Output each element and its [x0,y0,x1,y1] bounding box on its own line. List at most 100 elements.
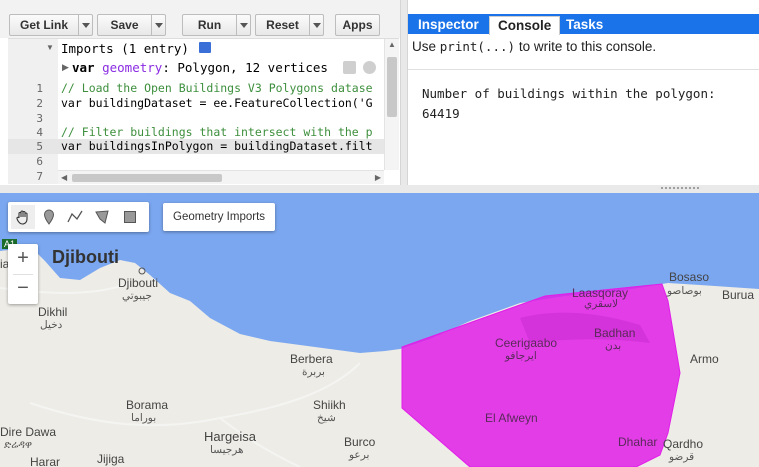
vertical-panel-splitter[interactable] [400,0,408,186]
map-label-dikhil-ar: دخيل [40,319,63,331]
vertical-scroll-thumb[interactable] [387,57,397,117]
map-label-ceerigaabo: Ceerigaabo [495,336,558,350]
scroll-right-icon[interactable]: ▶ [375,173,381,182]
splitter-grip-icon[interactable] [660,186,700,190]
run-label: Run [197,18,222,32]
map-label-dikhil: Dikhil [38,305,68,319]
code-line[interactable]: // Load the Open Buildings V3 Polygons d… [61,81,373,95]
code-line[interactable]: var buildingDataset = ee.FeatureCollecti… [61,96,373,110]
scroll-up-icon[interactable]: ▲ [388,40,396,49]
save-label: Save [110,18,139,32]
map-label-harar: Harar [30,455,61,467]
console-output-line: Number of buildings within the polygon: [422,86,716,101]
map-label-badhan-ar: بدن [605,340,622,352]
rectangle-tool-icon[interactable] [118,205,142,229]
map-label-burco-ar: برعو [349,449,370,461]
map-label-dire-dawa: Dire Dawa [0,425,57,439]
console-output-value: 64419 [422,106,460,121]
apps-label: Apps [342,18,373,32]
map-label-sheikh-ar: شيخ [317,412,336,424]
map-label-berbera: Berbera [290,352,333,366]
geometry-expand-icon[interactable]: ▶ [62,62,69,73]
zoom-out-button[interactable]: − [8,274,38,304]
polygon-tool-icon[interactable] [90,205,114,229]
code-editor[interactable]: ▼ Imports (1 entry) ▶ var geometry: Poly… [8,38,399,184]
script-toolbar: Get Link Save Run Reset Apps [0,0,400,38]
map-label-burua: Burua [722,288,755,302]
point-marker-icon[interactable] [37,205,61,229]
apps-button[interactable]: Apps [335,14,380,36]
get-link-button[interactable]: Get Link [9,14,93,36]
map-label-borama-ar: بوراما [131,412,157,424]
pan-hand-icon[interactable] [11,205,35,229]
imports-list-icon[interactable] [199,42,211,53]
imports-collapse-icon[interactable]: ▼ [46,43,54,52]
map-label-djibouti-city-ar: جيبوتي [122,290,152,302]
scroll-left-icon[interactable]: ◀ [61,173,67,182]
tab-inspector[interactable]: Inspector [410,16,487,34]
map-label-laasqoray-ar: لاسقري [584,298,619,310]
line-number: 5 [36,140,43,153]
map-label-bosaso-ar: بوصاصو [667,285,702,297]
capital-marker-icon [138,267,146,275]
map-label-borama: Borama [126,398,169,412]
map-label-el-afweyn: El Afweyn [485,411,538,425]
console-hint-suffix: to write to this console. [518,39,657,54]
map-label-badhan: Badhan [594,326,636,340]
reset-label: Reset [266,18,299,32]
map-label-hargeisa: Hargeisa [204,429,257,444]
geometry-imports-button[interactable]: Geometry Imports [163,203,276,231]
line-number: 6 [36,155,43,168]
editor-horizontal-scrollbar[interactable]: ◀ ▶ [58,170,384,184]
reset-dropdown-arrow[interactable] [309,15,323,35]
map-label-armo: Armo [690,352,719,366]
map-label-bosaso: Bosaso [669,270,710,284]
map-label-qardho-ar: قرضو [669,451,695,463]
console-hint: Use print(...) to write to this console. [412,39,656,54]
zoom-controls: + − [8,244,38,304]
save-button[interactable]: Save [97,14,166,36]
map-canvas[interactable]: A1 Djibouti Djibouti جيبوتي Dikhil دخيل … [0,193,759,467]
map-label-djibouti-city: Djibouti [118,276,159,290]
console-divider [408,69,759,70]
line-number: 3 [36,112,43,125]
tab-tasks[interactable]: Tasks [558,16,611,34]
map-label-hargeisa-ar: هرجيسا [210,444,244,456]
editor-vertical-scrollbar[interactable]: ▲ [384,39,399,170]
map-label-berbera-ar: بربرة [302,366,325,378]
geometry-settings-icon[interactable] [343,61,356,74]
geometry-import-keyword: var [72,60,95,75]
geometry-import-name: geometry [102,60,163,75]
save-dropdown-arrow[interactable] [151,15,165,35]
map-layer [0,193,759,467]
map-label-ceerigaabo-ar: ايرجافو [505,350,537,362]
console-hint-code: print(...) [439,39,516,54]
horizontal-panel-splitter[interactable] [0,185,759,193]
line-number: 1 [36,82,43,95]
run-button[interactable]: Run [182,14,251,36]
reset-button[interactable]: Reset [255,14,324,36]
imports-header[interactable]: Imports (1 entry) [61,41,189,56]
horizontal-scroll-thumb[interactable] [72,174,222,182]
code-line[interactable]: // Filter buildings that intersect with … [61,125,373,139]
map-label-qardho: Qardho [663,437,704,451]
map-label-dire-dawa-am: ድሬዳዋ [4,439,33,451]
drawing-tools [8,202,149,232]
map-label-jijiga: Jijiga [97,452,125,466]
run-dropdown-arrow[interactable] [236,15,250,35]
zoom-in-button[interactable]: + [8,244,38,274]
map-label-djibouti-country: Djibouti [52,247,119,267]
geometry-import[interactable]: var geometry: Polygon, 12 vertices [72,60,328,75]
map-label-dhahar: Dhahar [618,435,658,449]
panel-tab-bar: Inspector Console Tasks [408,14,759,35]
code-line[interactable]: var buildingsInPolygon = buildingDataset… [61,139,373,153]
get-link-dropdown-arrow[interactable] [78,15,92,35]
line-tool-icon[interactable] [63,205,87,229]
map-label-sheikh: Shiikh [313,398,346,412]
console-hint-prefix: Use [412,39,437,54]
map-label-burco: Burco [344,435,376,449]
line-number: 7 [36,170,43,183]
geometry-layer-toggle-icon[interactable] [363,61,376,74]
tab-console[interactable]: Console [489,16,561,35]
line-number: 2 [36,97,43,110]
